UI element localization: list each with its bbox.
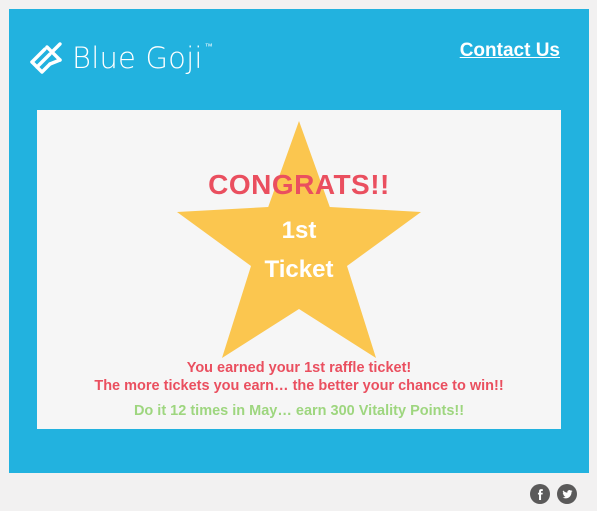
email-panel: Blue Goji ™ Contact Us CONGRATS!! 1st Ti… bbox=[9, 9, 589, 473]
brand-logo[interactable]: Blue Goji ™ bbox=[26, 38, 213, 78]
raffle-card: CONGRATS!! 1st Ticket You earned your 1s… bbox=[37, 110, 561, 429]
congrats-headline: CONGRATS!! bbox=[208, 169, 390, 200]
ticket-label: Ticket bbox=[264, 256, 334, 283]
vitality-message: Do it 12 times in May… earn 300 Vitality… bbox=[133, 403, 465, 419]
ticket-ordinal: 1st bbox=[281, 217, 317, 244]
twitter-button[interactable] bbox=[557, 484, 577, 504]
twitter-icon bbox=[561, 489, 573, 498]
blue-goji-logo-icon bbox=[30, 42, 62, 74]
brand-name: Blue Goji bbox=[72, 41, 203, 75]
trademark-mark: ™ bbox=[204, 42, 213, 51]
chance-message: The more tickets you earn… the better yo… bbox=[94, 378, 504, 394]
raffle-message: You earned your 1st raffle ticket! bbox=[186, 360, 412, 376]
contact-us-link[interactable]: Contact Us bbox=[460, 40, 560, 62]
facebook-button[interactable] bbox=[530, 484, 550, 504]
facebook-icon bbox=[537, 488, 543, 500]
